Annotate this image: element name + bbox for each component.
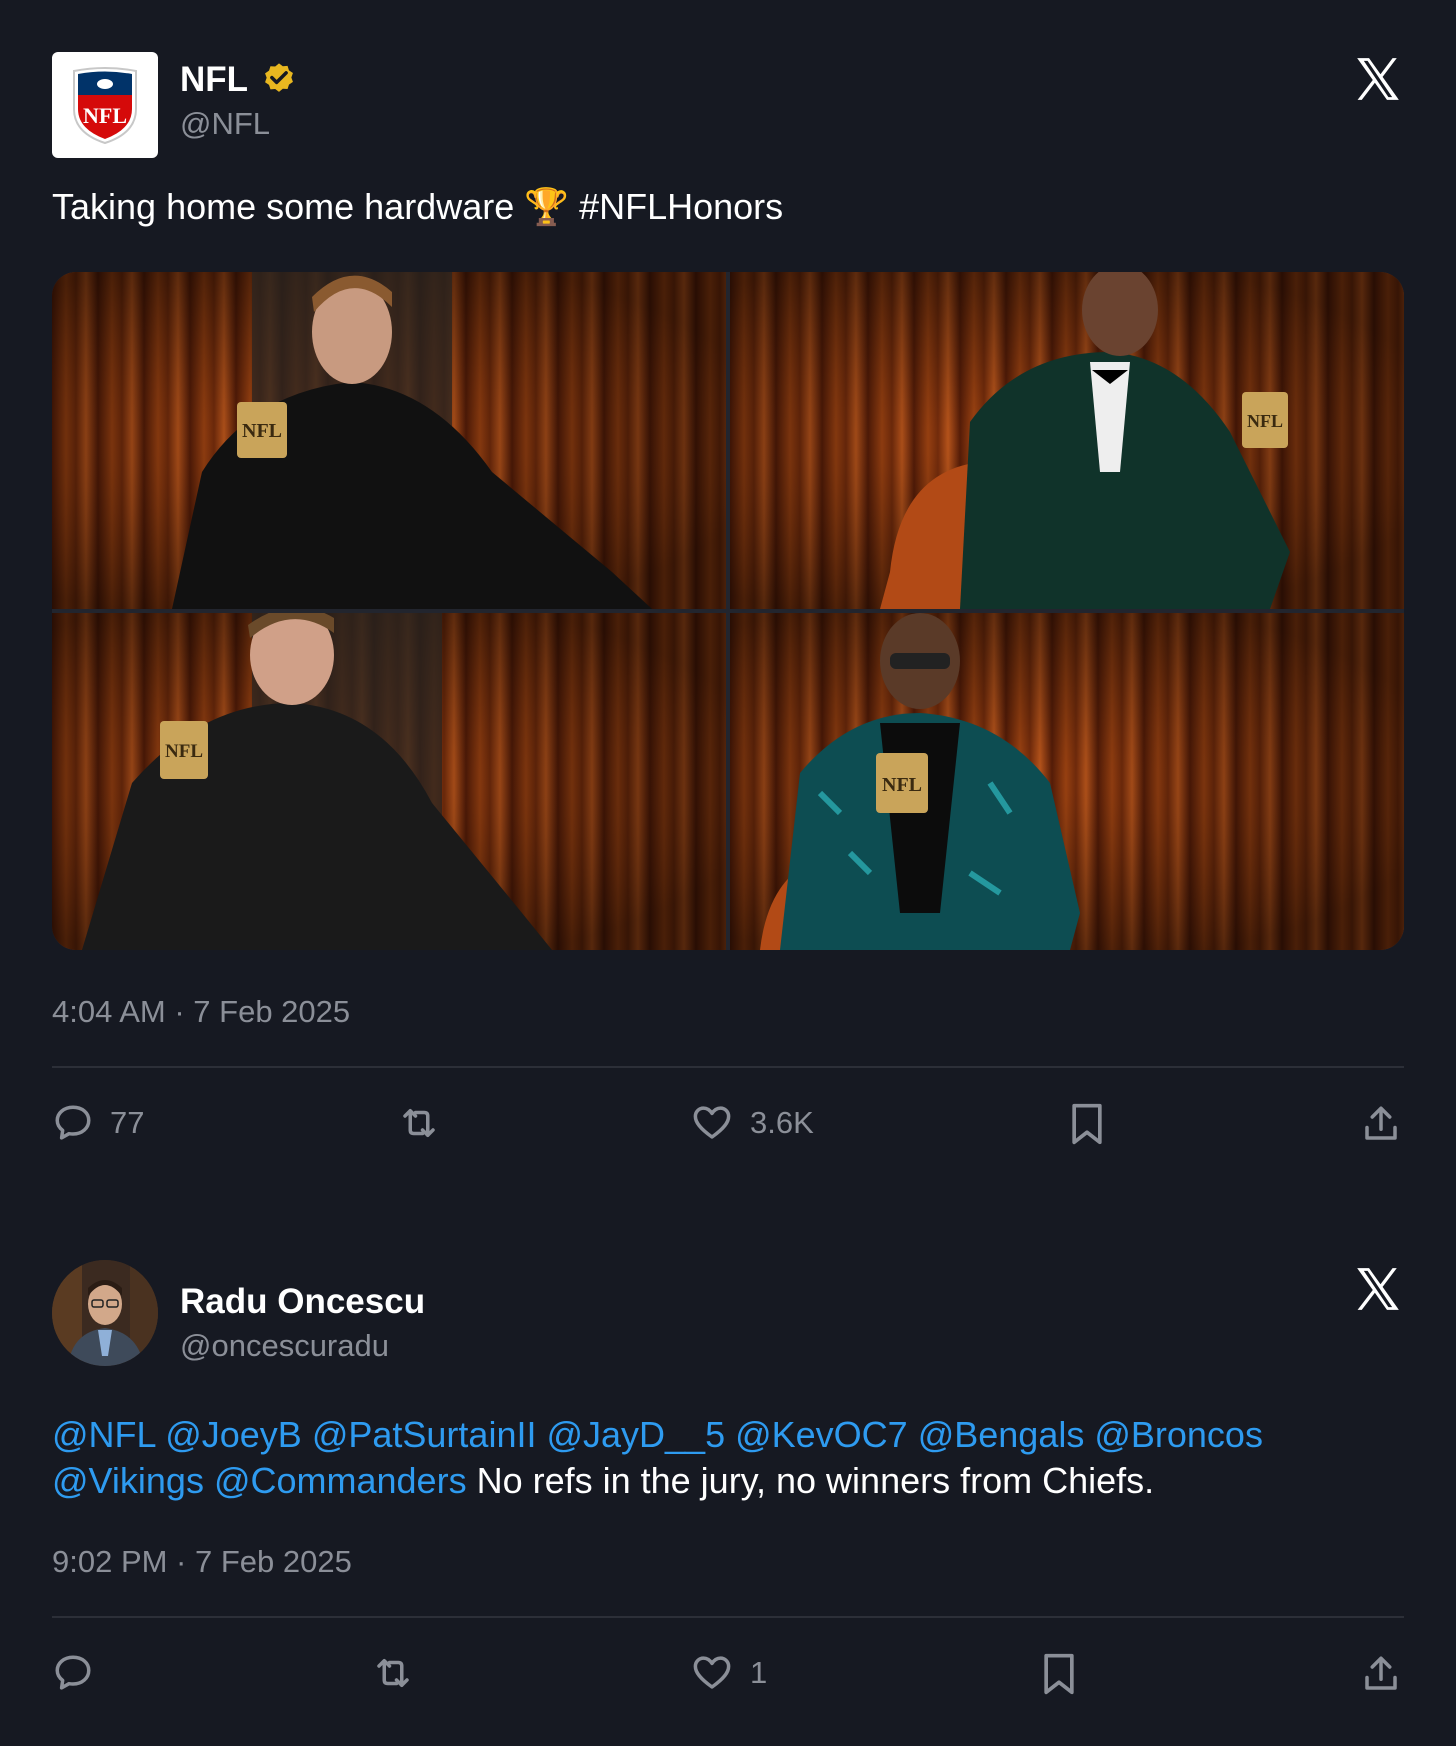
share-button[interactable] bbox=[1360, 1652, 1402, 1696]
media-photo-4[interactable]: NFL bbox=[730, 613, 1404, 950]
retweet-button[interactable] bbox=[396, 1102, 458, 1144]
media-photo-2[interactable]: NFL bbox=[730, 272, 1404, 609]
verified-badge-icon bbox=[265, 63, 293, 92]
bookmark-button[interactable] bbox=[1068, 1102, 1106, 1146]
tweet-nfl: NFL NFL @NFL Taking home some hardware 🏆… bbox=[52, 52, 1404, 1178]
trophy-emoji-icon: 🏆 bbox=[524, 186, 570, 227]
tweet-header: Radu Oncescu @oncescuradu bbox=[52, 1260, 1404, 1368]
tweet-header: NFL NFL @NFL bbox=[52, 52, 1404, 160]
mentions-line-2[interactable]: @Vikings @Commanders bbox=[52, 1460, 467, 1501]
share-icon bbox=[1365, 1656, 1397, 1690]
hashtag-nflhonors[interactable]: #NFLHonors bbox=[569, 186, 783, 227]
retweet-button[interactable] bbox=[370, 1652, 432, 1694]
reply-count: 77 bbox=[110, 1105, 145, 1140]
photo-player-green-velvet-icon: NFL bbox=[880, 272, 1290, 609]
svg-text:NFL: NFL bbox=[165, 741, 203, 762]
photo-player-black-jacket-icon: NFL bbox=[82, 613, 552, 950]
tweet-actions: 1 bbox=[52, 1618, 1404, 1728]
svg-text:NFL: NFL bbox=[83, 103, 127, 128]
tweet-timestamp[interactable]: 4:04 AM · 7 Feb 2025 bbox=[52, 994, 1404, 1030]
x-logo-icon[interactable] bbox=[1352, 54, 1404, 104]
share-button[interactable] bbox=[1360, 1102, 1402, 1146]
nfl-shield-logo-icon: NFL bbox=[73, 67, 137, 145]
like-count: 3.6K bbox=[750, 1105, 814, 1140]
media-photo-1[interactable]: NFL bbox=[52, 272, 726, 609]
nfl-avatar[interactable]: NFL bbox=[52, 52, 158, 158]
media-photo-3[interactable]: NFL bbox=[52, 613, 726, 950]
tweet-text: @NFL @JoeyB @PatSurtainII @JayD__5 @KevO… bbox=[52, 1412, 1404, 1504]
reply-icon bbox=[55, 1655, 91, 1690]
bookmark-icon bbox=[1072, 1103, 1102, 1145]
author-display-name[interactable]: NFL bbox=[180, 60, 248, 100]
retweet-icon bbox=[403, 1109, 435, 1137]
author-handle[interactable]: @oncescuradu bbox=[180, 1328, 425, 1364]
bookmark-button[interactable] bbox=[1040, 1652, 1078, 1696]
reply-icon bbox=[55, 1105, 91, 1140]
heart-icon bbox=[693, 1106, 731, 1139]
user-avatar[interactable] bbox=[52, 1260, 158, 1366]
heart-icon bbox=[693, 1656, 731, 1689]
reply-button[interactable] bbox=[52, 1652, 110, 1694]
tweet-timestamp[interactable]: 9:02 PM · 7 Feb 2025 bbox=[52, 1544, 1404, 1580]
author-handle[interactable]: @NFL bbox=[180, 106, 298, 142]
like-button[interactable]: 3.6K bbox=[690, 1102, 814, 1144]
svg-text:NFL: NFL bbox=[242, 420, 282, 442]
photo-player-black-suit-icon: NFL bbox=[172, 272, 652, 609]
tweet-actions: 77 3.6K bbox=[52, 1068, 1404, 1178]
svg-text:NFL: NFL bbox=[882, 774, 922, 796]
tweet-text-plain: Taking home some hardware bbox=[52, 186, 525, 227]
mentions-line-1[interactable]: @NFL @JoeyB @PatSurtainII @JayD__5 @KevO… bbox=[52, 1414, 1263, 1455]
reply-button[interactable]: 77 bbox=[52, 1102, 144, 1144]
tweet-reply: Radu Oncescu @oncescuradu @NFL @JoeyB @P… bbox=[52, 1260, 1404, 1728]
bookmark-icon bbox=[1044, 1653, 1074, 1695]
photo-player-teal-jacket-icon: NFL bbox=[760, 613, 1080, 950]
svg-text:NFL: NFL bbox=[1247, 411, 1283, 431]
x-logo-icon[interactable] bbox=[1352, 1264, 1404, 1314]
tweet-text: Taking home some hardware 🏆 #NFLHonors bbox=[52, 184, 1404, 230]
share-icon bbox=[1365, 1106, 1397, 1140]
author-display-name[interactable]: Radu Oncescu bbox=[180, 1282, 425, 1322]
like-button[interactable]: 1 bbox=[690, 1652, 767, 1694]
user-photo-avatar-icon bbox=[52, 1260, 158, 1366]
media-grid: NFL NFL NFL NFL bbox=[52, 272, 1404, 950]
tweet-text-rest: No refs in the jury, no winners from Chi… bbox=[466, 1460, 1155, 1501]
like-count: 1 bbox=[750, 1655, 768, 1690]
retweet-icon bbox=[377, 1659, 409, 1687]
